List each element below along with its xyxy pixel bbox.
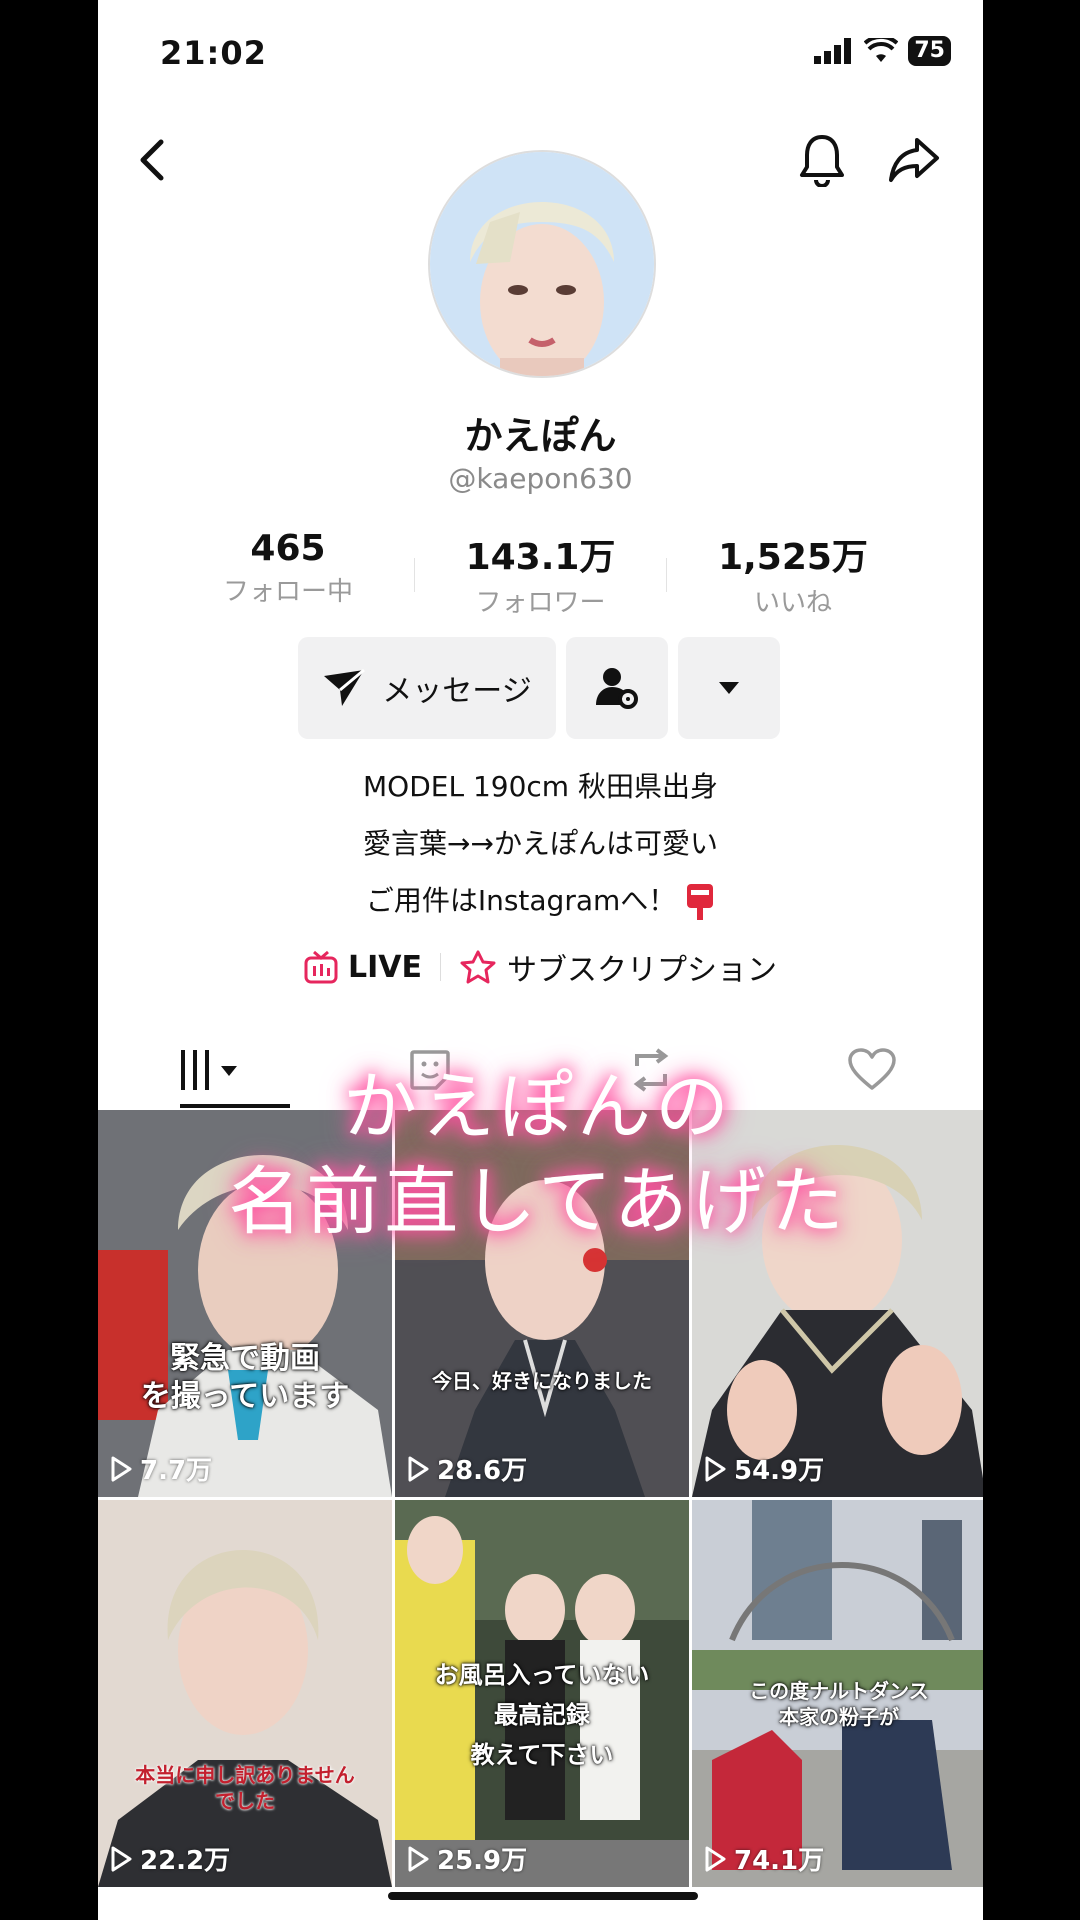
- signal-icon: [814, 38, 852, 64]
- live-tv-icon: [304, 950, 338, 984]
- live-link[interactable]: LIVE: [304, 950, 422, 985]
- message-button[interactable]: メッセージ: [298, 637, 556, 739]
- play-icon: [705, 1456, 726, 1481]
- battery-icon: 75: [908, 36, 951, 66]
- thumbnail-image: [98, 1500, 392, 1887]
- video-caption: 緊急で動画 を撮っています: [140, 1341, 350, 1414]
- profile-stats: 465 フォロー中 143.1万 フォロワー 1,525万 いいね: [188, 528, 893, 619]
- back-button[interactable]: [122, 130, 182, 190]
- bio-line: ご用件はInstagramへ！: [98, 872, 983, 929]
- bio-line: 愛言葉→→かえぽんは可愛い: [363, 827, 718, 860]
- profile-bio: MODEL 190cm 秋田県出身 愛言葉→→かえぽんは可愛い ご用件はInst…: [98, 758, 983, 929]
- user-gear-icon: [596, 668, 638, 709]
- profile-actions: メッセージ: [298, 637, 780, 739]
- share-button[interactable]: [884, 130, 944, 190]
- video-overlay-title: かえぽんの 名前直してあげた: [158, 1060, 918, 1250]
- stat-followers-count: 143.1万: [465, 537, 616, 578]
- links-divider: [440, 953, 441, 981]
- share-arrow-icon: [889, 138, 939, 182]
- avatar-image: [430, 152, 654, 376]
- overlay-line: かえぽんの: [343, 1064, 733, 1150]
- play-icon: [705, 1846, 726, 1871]
- message-button-label: メッセージ: [382, 674, 532, 709]
- video-caption: 今日、好きになりました: [432, 1369, 652, 1393]
- play-icon: [111, 1846, 132, 1871]
- play-icon: [408, 1456, 429, 1481]
- bell-icon: [800, 135, 844, 187]
- video-thumbnail[interactable]: この度ナルトダンス 本家の粉子が 74.1万: [692, 1500, 983, 1887]
- avatar[interactable]: [428, 150, 656, 378]
- stat-following[interactable]: 465 フォロー中: [188, 528, 388, 619]
- video-caption: 本当に申し訳ありません でした: [135, 1763, 355, 1813]
- video-thumbnail[interactable]: 本当に申し訳ありません でした 22.2万: [98, 1500, 392, 1887]
- profile-name: かえぽん: [464, 414, 617, 458]
- stat-divider: [666, 558, 668, 592]
- stat-likes-label: いいね: [753, 588, 832, 618]
- status-time: 21:02: [160, 34, 267, 72]
- stat-followers-label: フォロワー: [475, 588, 606, 618]
- caret-down-icon: [719, 682, 739, 694]
- send-icon: [324, 668, 366, 706]
- live-link-label: LIVE: [348, 949, 422, 985]
- video-caption: お風呂入っていない 最高記録 教えて下さい: [434, 1661, 650, 1769]
- notification-button[interactable]: [792, 130, 852, 190]
- subscription-link-label: サブスクリプション: [507, 953, 777, 988]
- bio-line: MODEL 190cm 秋田県出身: [363, 770, 718, 803]
- status-bar: 21:02 75: [98, 0, 983, 100]
- stat-followers[interactable]: 143.1万 フォロワー: [441, 528, 641, 619]
- stat-likes-count: 1,525万: [718, 537, 868, 578]
- play-icon: [408, 1846, 429, 1871]
- stat-likes[interactable]: 1,525万 いいね: [693, 528, 893, 619]
- profile-links: LIVE サブスクリプション: [98, 945, 983, 989]
- video-views: 22.2万: [110, 1840, 230, 1877]
- wifi-icon: [864, 38, 899, 62]
- status-icons: 75: [814, 36, 951, 66]
- subscription-link[interactable]: サブスクリプション: [459, 945, 777, 989]
- video-views: 54.9万: [704, 1450, 824, 1487]
- friend-settings-button[interactable]: [566, 637, 668, 739]
- star-badge-icon: [460, 950, 496, 984]
- postbox-icon: [687, 884, 714, 920]
- chevron-left-icon: [140, 139, 164, 181]
- stat-divider: [413, 558, 415, 592]
- more-dropdown-button[interactable]: [678, 637, 780, 739]
- video-thumbnail[interactable]: お風呂入っていない 最高記録 教えて下さい 25.9万: [395, 1500, 689, 1887]
- video-views: 7.7万: [110, 1450, 212, 1487]
- stat-following-label: フォロー中: [222, 577, 353, 607]
- profile-screen: 21:02 75 かえぽん @kaepon630 465 フォロー中 143.1…: [98, 0, 983, 1920]
- overlay-line: 名前直してあげた: [228, 1159, 848, 1245]
- stat-following-count: 465: [250, 528, 326, 569]
- video-caption: この度ナルトダンス 本家の粉子が: [749, 1679, 929, 1729]
- video-views: 74.1万: [704, 1840, 824, 1877]
- home-indicator: [388, 1892, 698, 1900]
- play-icon: [111, 1456, 132, 1481]
- video-views: 25.9万: [407, 1840, 527, 1877]
- profile-handle: @kaepon630: [448, 462, 633, 495]
- video-views: 28.6万: [407, 1450, 527, 1487]
